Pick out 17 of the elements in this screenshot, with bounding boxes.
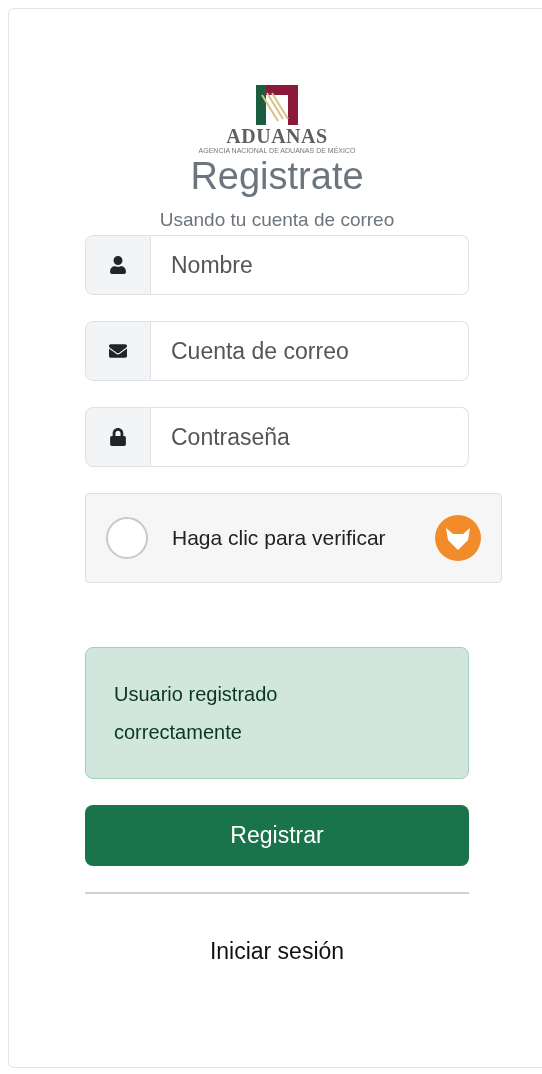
logo-icon <box>256 85 298 125</box>
alert-message: Usuario registrado correctamente <box>114 682 279 745</box>
user-icon <box>109 256 127 274</box>
lock-icon <box>109 428 127 446</box>
input-field[interactable]: Cuenta de correo <box>151 321 469 381</box>
captcha-checkbox[interactable] <box>106 517 148 559</box>
login-link[interactable]: Iniciar sesión <box>209 934 345 969</box>
logo-wordmark: ADUANAS <box>226 125 328 147</box>
input-field[interactable]: Contraseña <box>151 407 469 467</box>
captcha-widget[interactable]: Haga clic para verificar <box>85 493 502 583</box>
register-button[interactable]: Registrar <box>85 805 469 866</box>
envelope-icon <box>109 342 127 360</box>
subtitle-text: Usando tu cuenta de correo <box>159 209 395 231</box>
fox-logo-icon <box>435 515 481 561</box>
input-field[interactable]: Nombre <box>151 235 469 295</box>
page-title: Registrate <box>190 155 364 197</box>
captcha-label: Haga clic para verificar <box>172 525 386 552</box>
